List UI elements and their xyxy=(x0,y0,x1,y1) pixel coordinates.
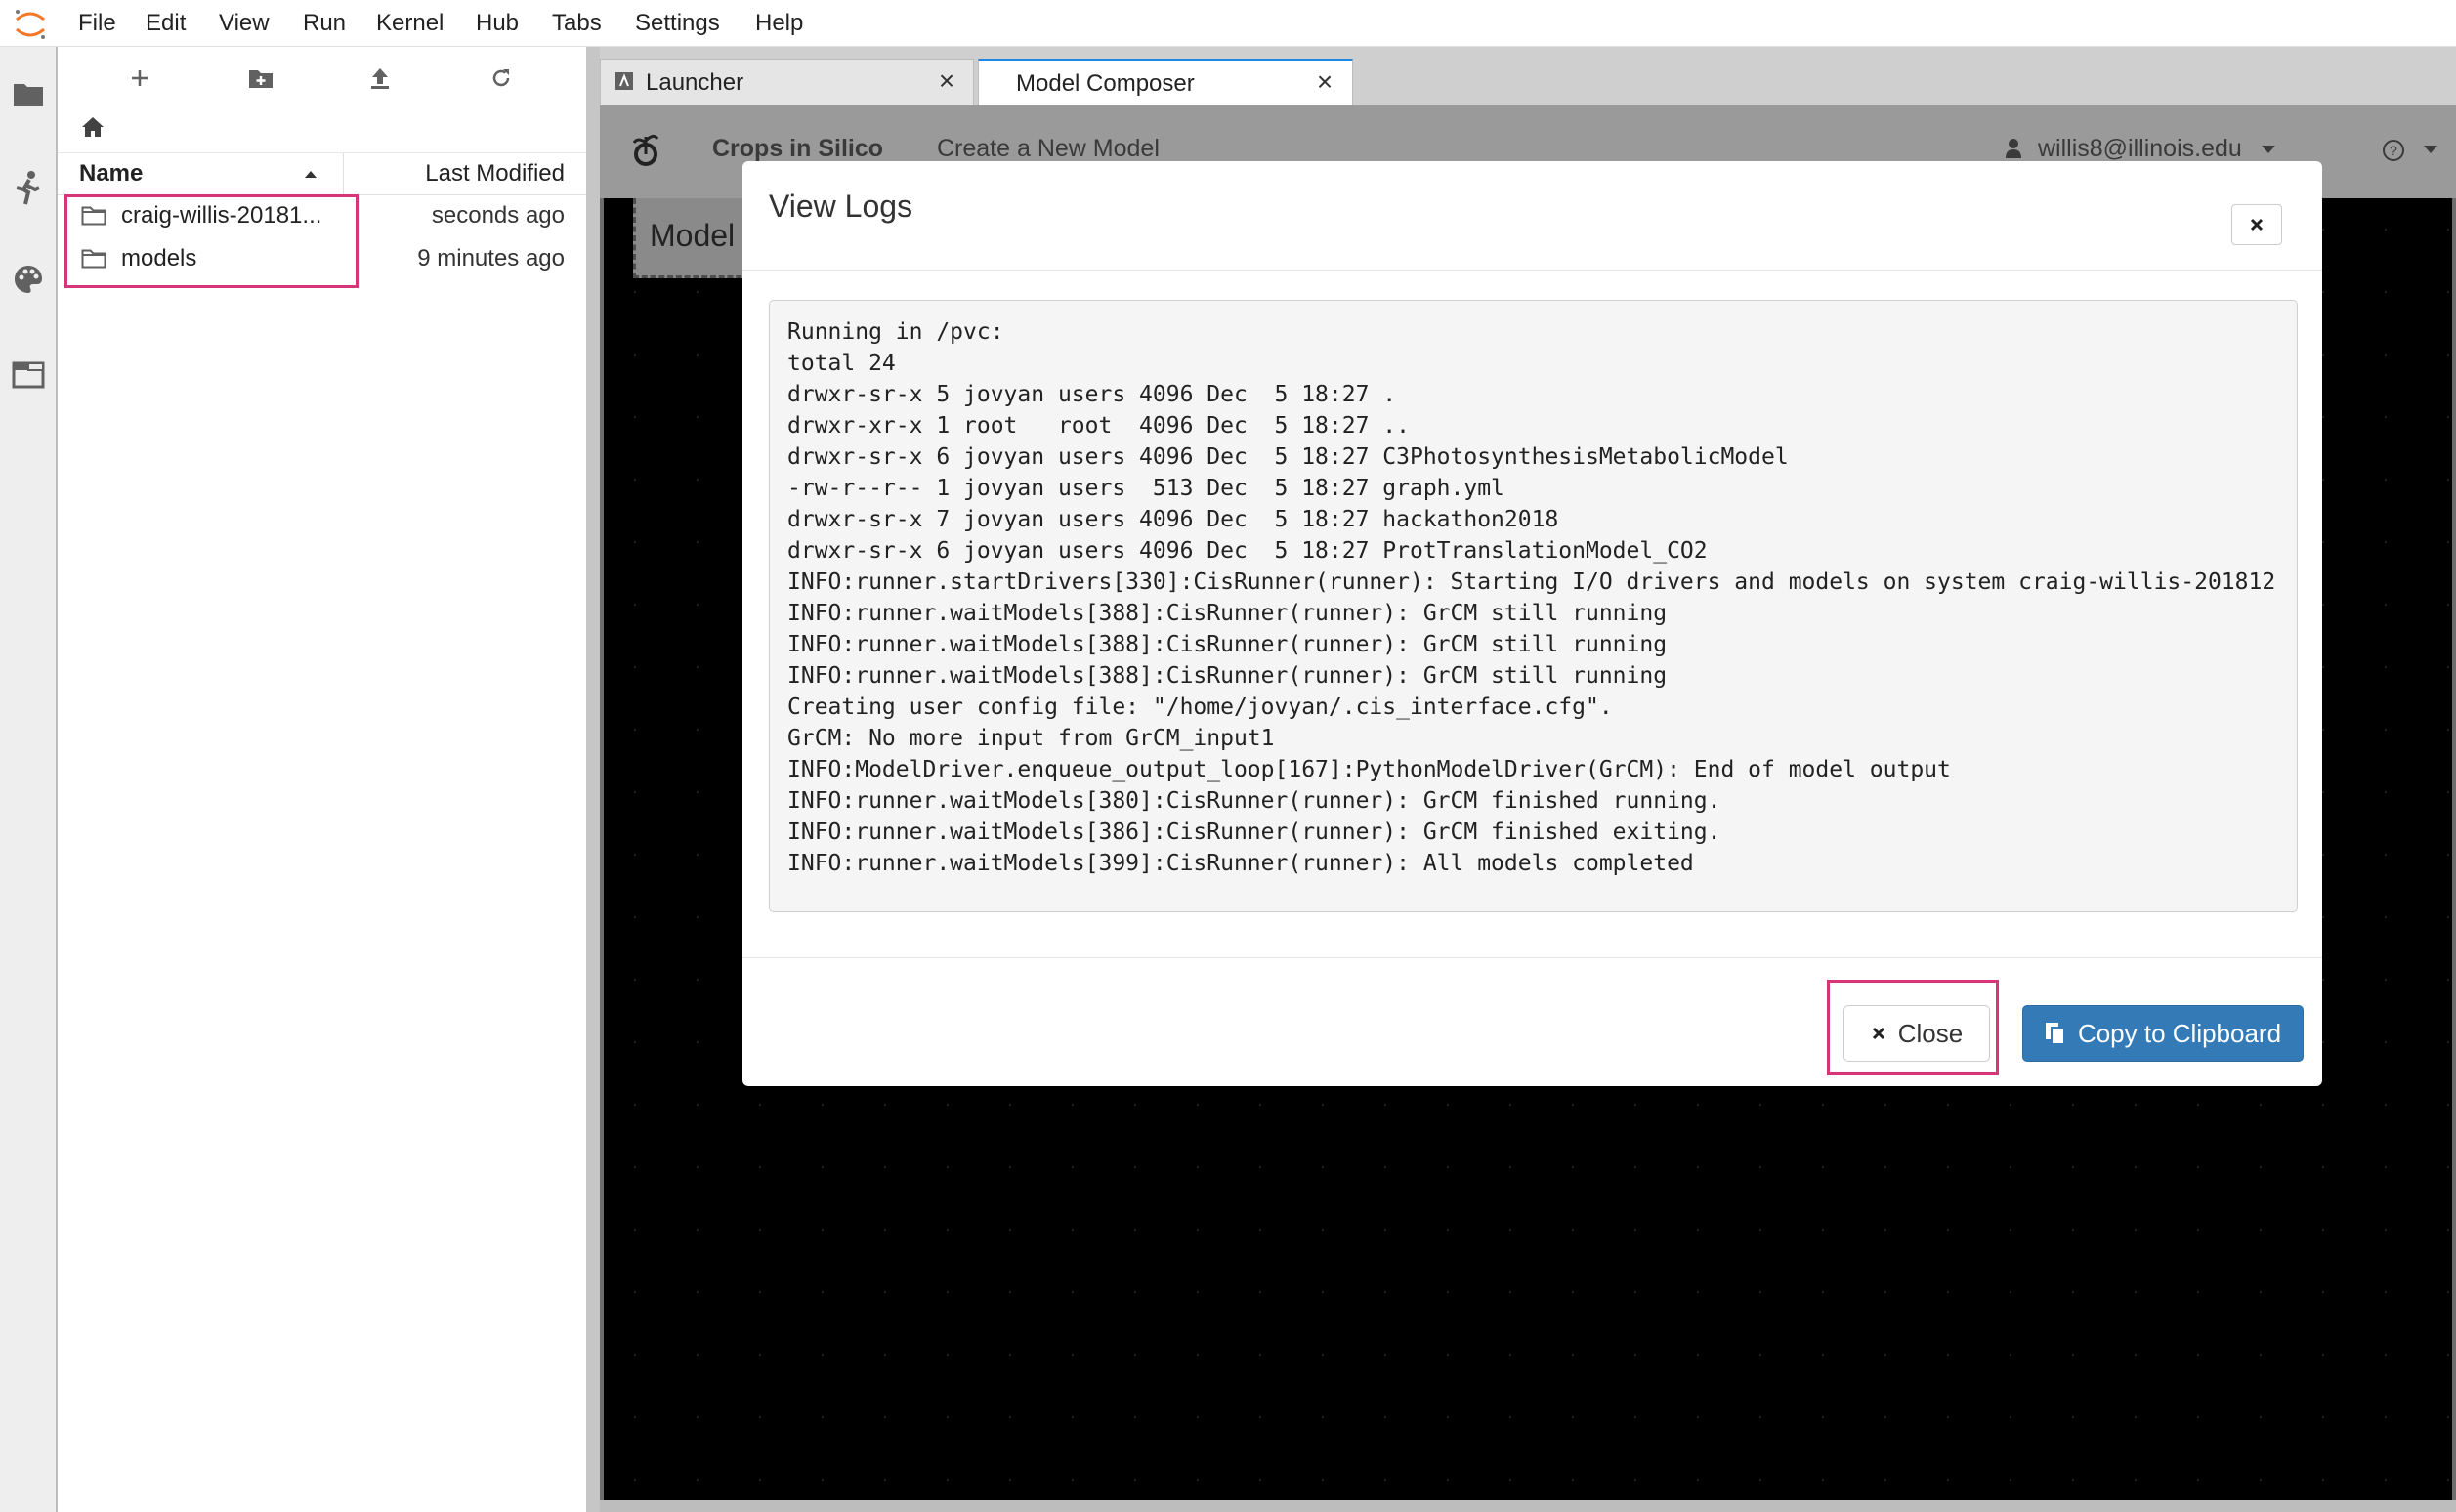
model-button-label: Model xyxy=(650,218,736,253)
running-tab-icon[interactable] xyxy=(9,168,48,207)
column-divider xyxy=(343,153,344,194)
user-icon xyxy=(2006,139,2021,158)
modified-column-header[interactable]: Last Modified xyxy=(425,160,565,188)
menu-help[interactable]: Help xyxy=(755,10,803,37)
menu-bar: File Edit View Run Kernel Hub Tabs Setti… xyxy=(0,0,2456,47)
close-icon xyxy=(2250,218,2264,231)
copy-to-clipboard-button[interactable]: Copy to Clipboard xyxy=(2022,1005,2304,1062)
folder-tab-icon[interactable] xyxy=(9,74,48,113)
modal-title: View Logs xyxy=(769,189,913,224)
name-column-header[interactable]: Name xyxy=(79,160,143,188)
menu-hub[interactable]: Hub xyxy=(476,10,519,37)
close-icon[interactable]: × xyxy=(933,65,960,96)
palette-tab-icon[interactable] xyxy=(9,260,48,299)
panel-splitter[interactable] xyxy=(586,47,600,1512)
tab-model-composer[interactable]: Model Composer × xyxy=(978,59,1353,105)
menu-kernel[interactable]: Kernel xyxy=(376,10,444,37)
log-text: Running in /pvc: total 24 drwxr-sr-x 5 j… xyxy=(787,319,2276,876)
file-modified: seconds ago xyxy=(431,202,565,229)
close-icon[interactable]: × xyxy=(1311,66,1338,97)
activity-bar xyxy=(0,47,58,1512)
file-list-highlight xyxy=(64,194,359,288)
tab-label: Launcher xyxy=(646,69,744,96)
launcher-icon xyxy=(615,72,633,90)
new-launcher-button[interactable] xyxy=(116,59,163,98)
brand-title[interactable]: Crops in Silico xyxy=(712,135,883,163)
file-list-header: Name Last Modified xyxy=(58,152,586,195)
create-model-link[interactable]: Create a New Model xyxy=(937,135,1160,163)
tab-bar: Launcher × Model Composer × xyxy=(600,47,2456,105)
copy-button-label: Copy to Clipboard xyxy=(2077,1018,2282,1048)
menu-view[interactable]: View xyxy=(219,10,270,37)
menu-settings[interactable]: Settings xyxy=(635,10,720,37)
view-logs-modal: View Logs Running in /pvc: total 24 drwx… xyxy=(742,161,2322,1086)
modal-header: View Logs xyxy=(742,161,2322,271)
model-button[interactable]: Model xyxy=(633,198,750,278)
chevron-down-icon[interactable] xyxy=(2423,145,2438,154)
home-icon[interactable] xyxy=(77,111,108,143)
tab-label: Model Composer xyxy=(1016,70,1195,97)
menu-run[interactable]: Run xyxy=(303,10,346,37)
clipboard-icon xyxy=(2045,1023,2065,1045)
chevron-down-icon[interactable] xyxy=(2261,145,2276,154)
user-email[interactable]: willis8@illinois.edu xyxy=(2038,135,2242,163)
jupyter-logo-icon[interactable] xyxy=(12,6,49,43)
crops-logo-icon[interactable] xyxy=(629,131,662,170)
close-button[interactable]: Close xyxy=(1843,1005,1990,1062)
close-button-label: Close xyxy=(1897,1018,1964,1048)
refresh-button[interactable] xyxy=(478,59,525,98)
menu-tabs[interactable]: Tabs xyxy=(552,10,602,37)
close-icon xyxy=(1872,1027,1884,1040)
file-modified: 9 minutes ago xyxy=(417,245,565,272)
svg-text:?: ? xyxy=(2390,143,2397,158)
sort-ascending-icon xyxy=(305,171,317,178)
tabs-tab-icon[interactable] xyxy=(9,356,48,395)
tab-launcher[interactable]: Launcher × xyxy=(600,59,974,105)
help-icon[interactable]: ? xyxy=(2382,139,2405,162)
upload-button[interactable] xyxy=(357,59,403,98)
modal-close-x-button[interactable] xyxy=(2231,204,2282,245)
log-output[interactable]: Running in /pvc: total 24 drwxr-sr-x 5 j… xyxy=(769,300,2298,912)
menu-file[interactable]: File xyxy=(78,10,116,37)
status-strip xyxy=(600,1500,2456,1512)
new-folder-button[interactable] xyxy=(237,59,284,98)
menu-edit[interactable]: Edit xyxy=(146,10,186,37)
